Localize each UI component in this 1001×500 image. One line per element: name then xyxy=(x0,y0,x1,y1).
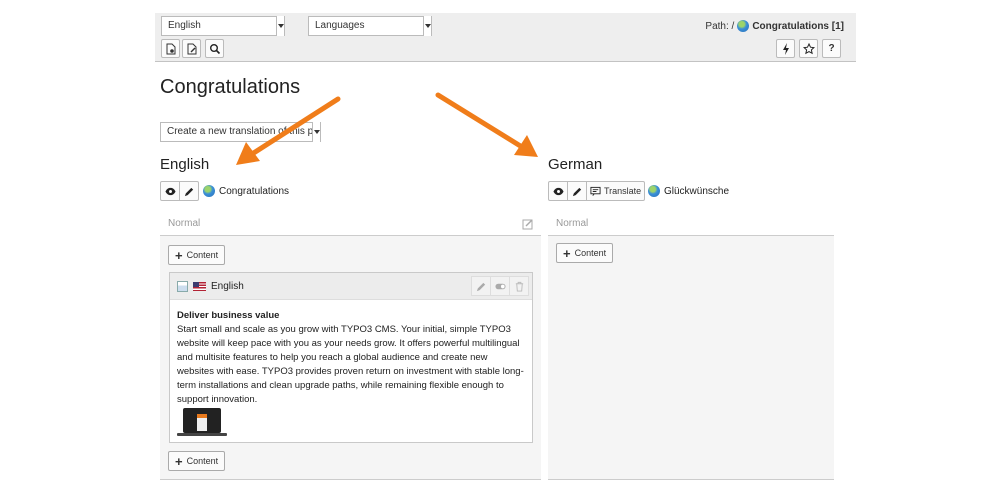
annotation-arrows xyxy=(236,92,538,165)
arrow-to-german xyxy=(435,92,538,157)
arrow-to-english xyxy=(236,96,341,165)
